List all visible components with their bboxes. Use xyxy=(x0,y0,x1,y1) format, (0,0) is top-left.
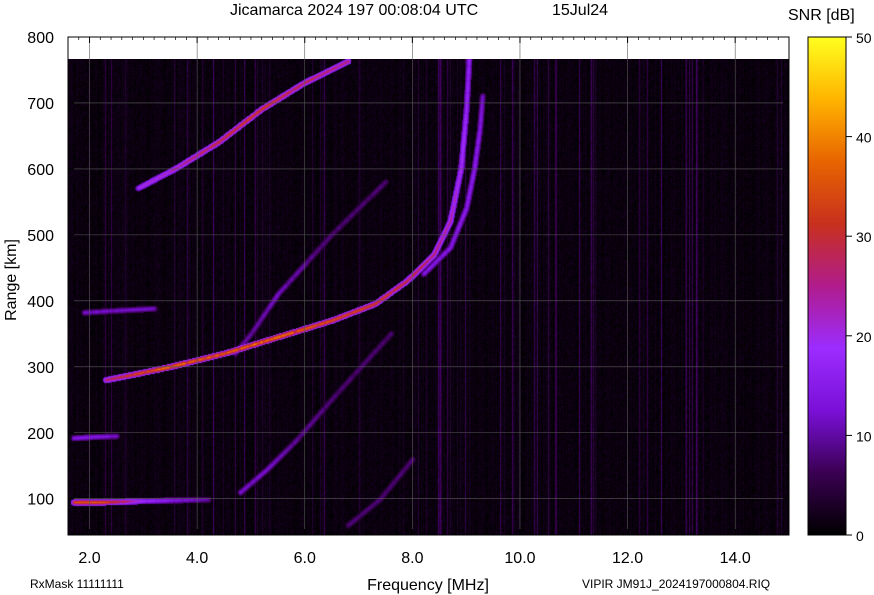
header: Jicamarca 2024 197 00:08:04 UTC 15Jul24 xyxy=(230,2,608,19)
y-tick-label: 300 xyxy=(27,360,54,377)
chart-title: Jicamarca 2024 197 00:08:04 UTC xyxy=(230,2,478,19)
y-tick-label: 500 xyxy=(27,228,54,245)
y-tick-label: 100 xyxy=(27,492,54,509)
x-tick-label: 4.0 xyxy=(186,550,208,567)
plot-area: 2.0 4.0 6.0 8.0 10.0 12.0 14.0 100 200 300 400 500… xyxy=(3,30,790,594)
x-tick-label: 2.0 xyxy=(78,550,100,567)
colorbar-tick-label: 20 xyxy=(856,329,872,345)
colorbar-tick-label: 50 xyxy=(856,30,872,46)
rxmask-text: RxMask 11111111 xyxy=(30,577,124,591)
heatmap-image xyxy=(68,59,789,535)
y-tick-label: 600 xyxy=(27,162,54,179)
y-tick-label: 800 xyxy=(27,30,54,47)
x-tick-label: 12.0 xyxy=(612,550,643,567)
y-tick-label: 700 xyxy=(27,96,54,113)
chart-date: 15Jul24 xyxy=(552,2,608,19)
y-tick-label: 200 xyxy=(27,426,54,443)
colorbar-tick-label: 0 xyxy=(856,528,864,544)
colorbar: 0 10 20 30 40 50 SNR [dB] xyxy=(788,7,872,544)
colorbar-scale xyxy=(807,36,847,536)
colorbar-tick-label: 40 xyxy=(856,130,872,146)
ionogram-chart: Jicamarca 2024 197 00:08:04 UTC 15Jul24 … xyxy=(3,2,872,594)
y-tick-label: 400 xyxy=(27,294,54,311)
x-tick-label: 14.0 xyxy=(720,550,751,567)
colorbar-tick-label: 30 xyxy=(856,229,872,245)
x-axis-label: Frequency [MHz] xyxy=(367,577,489,594)
colorbar-tick-label: 10 xyxy=(856,428,872,444)
x-tick-label: 10.0 xyxy=(504,550,535,567)
file-name-text: VIPIR JM91J_2024197000804.RIQ xyxy=(582,577,770,591)
y-axis-label: Range [km] xyxy=(3,239,20,321)
colorbar-ticks: 0 10 20 30 40 50 xyxy=(846,30,872,544)
colorbar-label: SNR [dB] xyxy=(788,7,855,24)
x-tick-label: 6.0 xyxy=(294,550,316,567)
x-tick-label: 8.0 xyxy=(401,550,423,567)
